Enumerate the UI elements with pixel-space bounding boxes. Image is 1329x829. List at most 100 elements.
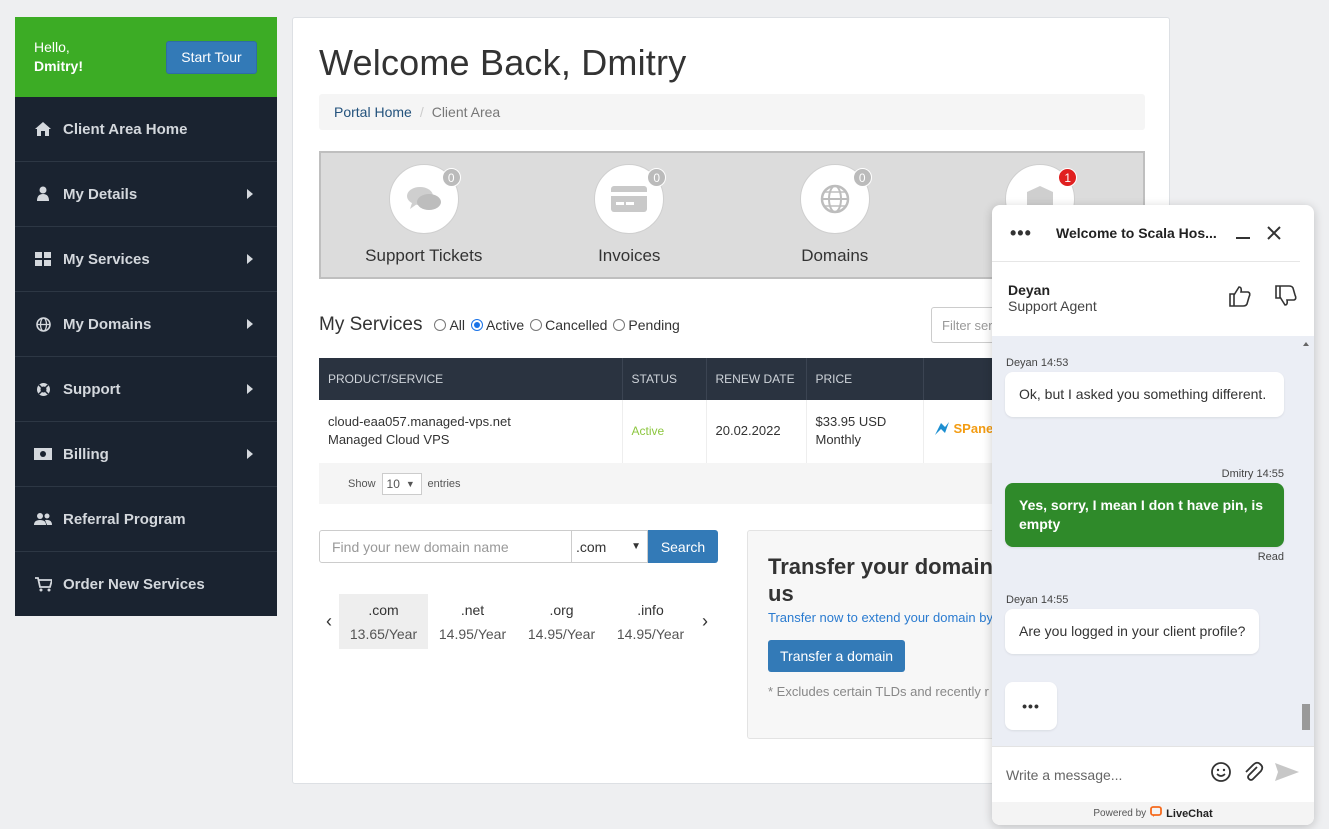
attachment-icon[interactable] <box>1242 761 1264 788</box>
sidebar-item-label: My Domains <box>63 315 152 333</box>
tld-name: .net <box>460 601 485 618</box>
tld-item[interactable]: .net 14.95/Year <box>428 594 517 649</box>
column-header[interactable]: STATUS <box>622 358 707 400</box>
transfer-domain-button[interactable]: Transfer a domain <box>768 640 906 672</box>
chevron-down-icon: ▼ <box>405 478 415 489</box>
caret-right-icon <box>247 319 253 329</box>
message-status: Read <box>1257 551 1284 563</box>
sidebar-item-referral-program[interactable]: Referral Program <box>15 487 277 552</box>
composer-actions <box>1210 761 1300 788</box>
tile-support-tickets[interactable]: 0 Support Tickets <box>321 153 527 277</box>
thumbs-up-icon[interactable] <box>1228 285 1252 312</box>
column-header[interactable]: PRODUCT/SERVICE <box>319 358 623 400</box>
users-icon <box>34 511 52 527</box>
filter-pending[interactable]: Pending <box>613 317 680 333</box>
start-tour-button[interactable]: Start Tour <box>166 40 257 74</box>
globe-icon <box>34 316 52 332</box>
lifebuoy-icon <box>34 381 52 397</box>
filter-all[interactable]: All <box>434 317 465 333</box>
price-amount: $33.95 USD <box>815 414 887 430</box>
tile-count-badge: 0 <box>647 168 667 187</box>
service-name: cloud-eaa057.managed-vps.net <box>328 414 511 430</box>
status-badge: Active <box>631 424 665 439</box>
filter-active[interactable]: Active <box>471 317 524 333</box>
sidebar-item-order-new-services[interactable]: Order New Services <box>15 552 277 617</box>
chat-header: ••• Welcome to Scala Hos... <box>992 205 1300 262</box>
column-header[interactable]: PRICE <box>806 358 924 400</box>
minimize-icon[interactable] <box>1234 224 1252 242</box>
price-cycle: Monthly <box>815 432 862 448</box>
tld-item[interactable]: .com 13.65/Year <box>339 594 428 649</box>
sidebar-item-my-domains[interactable]: My Domains <box>15 292 277 357</box>
filter-cancelled[interactable]: Cancelled <box>530 317 607 333</box>
cell-status: Active <box>622 400 707 464</box>
sidebar-item-my-services[interactable]: My Services <box>15 227 277 292</box>
tile-label: Domains <box>801 246 869 265</box>
sidebar-item-label: My Services <box>63 250 150 268</box>
chat-branding: Powered by LiveChat <box>992 802 1314 825</box>
tld-price: 13.65/Year <box>349 625 418 642</box>
home-icon <box>34 121 52 137</box>
caret-right-icon <box>247 449 253 459</box>
tld-carousel: ‹ .com 13.65/Year .net 14.95/Year .org 1… <box>319 594 715 649</box>
spanel-logo[interactable]: SPanel <box>933 420 997 438</box>
column-header[interactable]: RENEW DATE <box>706 358 807 400</box>
more-options-icon[interactable]: ••• <box>1010 223 1056 244</box>
tile-count-badge: 0 <box>441 168 461 187</box>
tld-item[interactable]: .org 14.95/Year <box>517 594 606 649</box>
service-type: Managed Cloud VPS <box>328 432 450 448</box>
user-icon <box>34 186 52 202</box>
sidebar-item-label: Client Area Home <box>63 120 188 138</box>
breadcrumb: Portal Home / Client Area <box>319 94 1145 130</box>
chat-composer: Write a message... <box>992 746 1314 802</box>
tld-price: 14.95/Year <box>616 625 685 642</box>
greeting-user: Dmitry! <box>34 58 84 74</box>
chevron-left-icon[interactable]: ‹ <box>319 611 339 632</box>
domain-search-button[interactable]: Search <box>648 530 718 563</box>
sidebar-item-client-area-home[interactable]: Client Area Home <box>15 97 277 162</box>
emoji-icon[interactable] <box>1210 761 1232 788</box>
sidebar-item-my-details[interactable]: My Details <box>15 162 277 227</box>
tld-price: 14.95/Year <box>527 625 596 642</box>
chat-title: Welcome to Scala Hos... <box>1056 225 1217 241</box>
domain-search-input[interactable]: Find your new domain name <box>319 530 572 563</box>
close-icon[interactable] <box>1266 225 1282 241</box>
caret-right-icon <box>247 189 253 199</box>
sidebar-item-support[interactable]: Support <box>15 357 277 422</box>
domain-search-form: Find your new domain name .com ▼ Search <box>319 530 718 563</box>
entries-select[interactable]: 10 ▼ <box>381 472 422 495</box>
radio-checked-icon <box>471 319 484 331</box>
breadcrumb-portal-home[interactable]: Portal Home <box>334 104 412 120</box>
tile-invoices[interactable]: 0 Invoices <box>527 153 733 277</box>
caret-right-icon <box>247 384 253 394</box>
tld-name: .com <box>368 601 399 618</box>
thumbs-down-icon[interactable] <box>1274 284 1298 312</box>
sidebar-item-label: Billing <box>63 445 109 463</box>
tld-name: .info <box>637 601 664 618</box>
tld-item[interactable]: .info 14.95/Year <box>606 594 695 649</box>
tile-domains[interactable]: 0 Domains <box>732 153 938 277</box>
send-icon[interactable] <box>1274 761 1300 788</box>
radio-icon <box>613 319 626 331</box>
message-bubble-agent: Are you logged in your client profile? <box>1005 609 1260 654</box>
chevron-right-icon[interactable]: › <box>695 611 715 632</box>
tile-count-badge: 1 <box>1058 168 1078 187</box>
sidebar-item-label: My Details <box>63 185 138 203</box>
greeting-text: Hello, Dmitry! <box>34 38 83 76</box>
powered-by-label: Powered by <box>1093 808 1147 819</box>
agent-role: Support Agent <box>1008 298 1097 314</box>
livechat-logo-icon <box>1150 806 1163 821</box>
chat-scrollbar[interactable] <box>1300 340 1312 745</box>
tld-select[interactable]: .com ▼ <box>572 530 648 563</box>
sidebar-item-label: Support <box>63 380 121 398</box>
message-input[interactable]: Write a message... <box>1006 767 1122 783</box>
message-meta: Deyan 14:53 <box>1006 357 1069 369</box>
sidebar-item-label: Order New Services <box>63 576 205 593</box>
entries-value: 10 <box>386 476 400 491</box>
radio-label: Pending <box>628 317 680 333</box>
tld-name: .org <box>549 601 574 618</box>
sidebar-greeting: Hello, Dmitry! Start Tour <box>15 17 277 97</box>
sidebar-item-billing[interactable]: Billing <box>15 422 277 487</box>
message-meta: Deyan 14:55 <box>1006 594 1069 606</box>
services-heading: My Services <box>319 314 423 335</box>
